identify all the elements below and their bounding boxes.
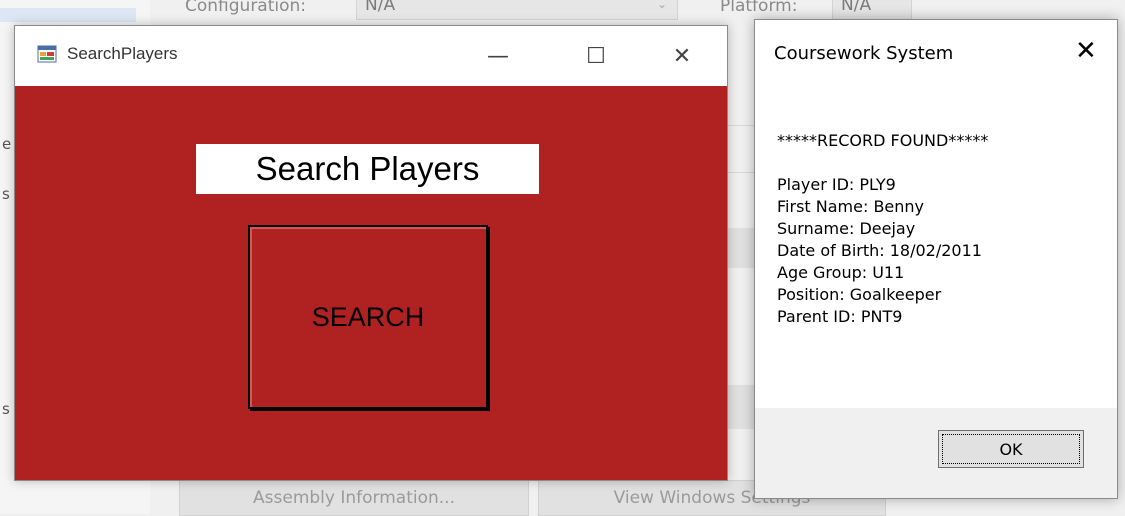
window-title: SearchPlayers	[67, 44, 178, 63]
date-of-birth-line: Date of Birth: 18/02/2011	[777, 241, 982, 260]
platform-dropdown[interactable]: N/A	[832, 0, 912, 20]
background-label-stub: e	[2, 135, 12, 153]
first-name-line: First Name: Benny	[777, 197, 925, 216]
background-label-stub: s	[2, 185, 10, 203]
background-divider	[726, 172, 756, 173]
minimize-button[interactable]: —	[469, 26, 527, 86]
background-label-stub: s	[2, 400, 10, 418]
search-button[interactable]: SEARCH	[248, 225, 488, 409]
platform-value: N/A	[841, 0, 872, 15]
configuration-value: N/A	[365, 0, 396, 15]
dialog-close-button[interactable]: ✕	[1075, 36, 1097, 66]
configuration-label: Configuration:	[185, 0, 307, 16]
dialog-title: Coursework System	[774, 43, 954, 64]
background-selected-item	[0, 8, 136, 22]
background-divider	[726, 125, 756, 126]
ok-button[interactable]: OK	[938, 430, 1084, 468]
position-line: Position: Goalkeeper	[777, 285, 942, 304]
close-icon: ✕	[672, 43, 692, 69]
background-combo-fragment	[726, 228, 756, 268]
message-box-dialog: Coursework System ✕ *****RECORD FOUND***…	[754, 19, 1118, 499]
surname-line: Surname: Deejay	[777, 219, 916, 238]
page-title: Search Players	[255, 150, 480, 187]
title-bar[interactable]: SearchPlayers — ☐ ✕	[15, 26, 727, 86]
maximize-button[interactable]: ☐	[567, 26, 625, 86]
message-text: *****RECORD FOUND***** Player ID: PLY9 F…	[777, 130, 1107, 328]
chevron-down-icon: ⌄	[656, 0, 667, 11]
configuration-dropdown[interactable]: N/A ⌄	[356, 0, 678, 20]
background-combo-fragment	[726, 385, 756, 429]
close-icon: ✕	[1075, 36, 1097, 66]
age-group-line: Age Group: U11	[777, 263, 905, 282]
platform-label: Platform:	[720, 0, 798, 16]
close-button[interactable]: ✕	[653, 26, 711, 86]
ok-button-label: OK	[942, 434, 1080, 464]
parent-id-line: Parent ID: PNT9	[777, 307, 903, 326]
search-players-window: SearchPlayers — ☐ ✕ Search Players SEARC…	[14, 25, 728, 481]
minimize-icon: —	[487, 43, 509, 69]
form-app-icon	[37, 45, 57, 63]
record-found-header: *****RECORD FOUND*****	[777, 131, 989, 150]
maximize-icon: ☐	[586, 43, 606, 69]
assembly-information-button[interactable]: Assembly Information...	[179, 480, 529, 516]
player-id-line: Player ID: PLY9	[777, 175, 896, 194]
